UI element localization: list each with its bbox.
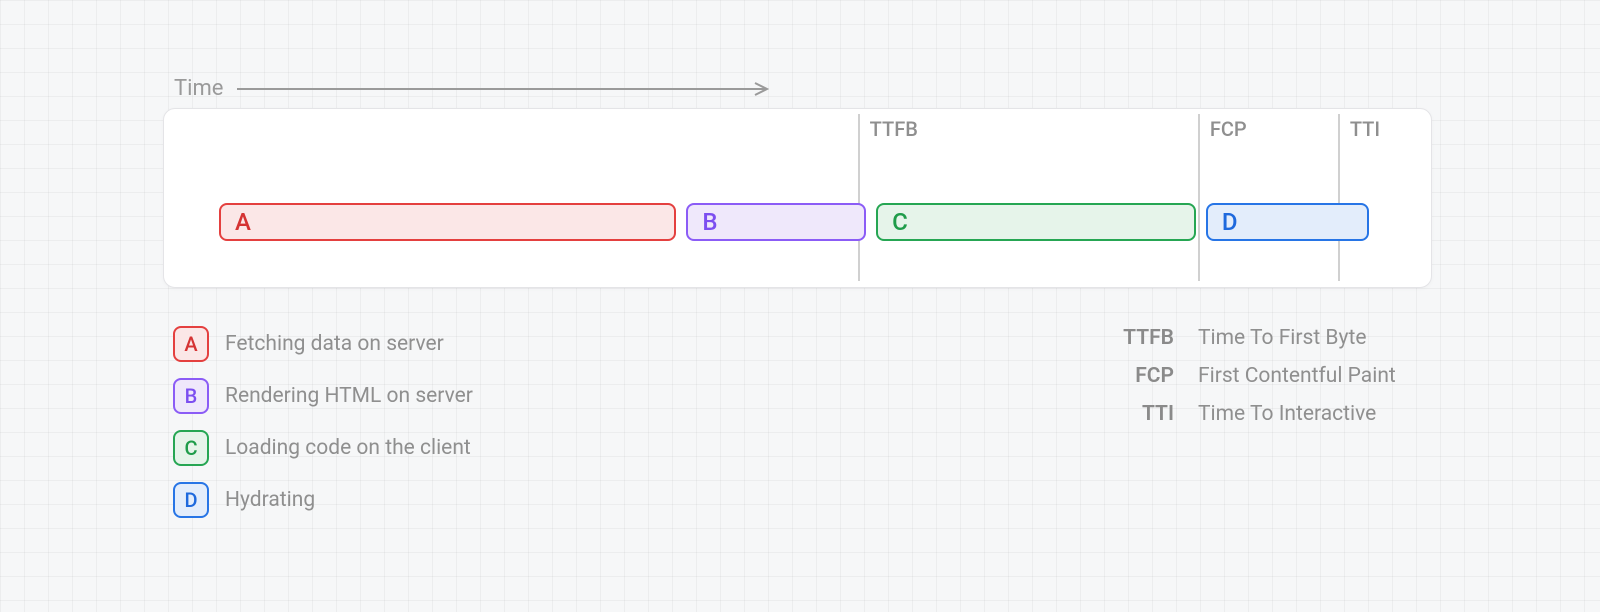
legend-label: Rendering HTML on server — [225, 384, 473, 408]
legend-swatch-b: B — [173, 378, 209, 414]
marker-label-fcp: FCP — [1210, 117, 1247, 141]
phase-bar-a: A — [219, 203, 676, 241]
legend-label: Loading code on the client — [225, 436, 471, 460]
legend-row-b: B Rendering HTML on server — [173, 378, 473, 414]
marker-legend-row-ttfb: TTFB Time To First Byte — [1114, 326, 1396, 350]
marker-fcp — [1198, 114, 1200, 281]
phase-bar-c: C — [876, 203, 1195, 241]
marker-definition: Time To First Byte — [1198, 326, 1366, 350]
arrow-right-icon — [237, 82, 777, 96]
marker-abbr: TTI — [1114, 402, 1174, 426]
time-axis-label: Time — [174, 76, 223, 101]
marker-abbr: TTFB — [1114, 326, 1174, 350]
phase-legend: A Fetching data on server B Rendering HTML … — [173, 326, 473, 534]
marker-label-tti: TTI — [1350, 117, 1380, 141]
marker-abbr: FCP — [1114, 364, 1174, 388]
phase-bar-label: B — [702, 208, 717, 236]
marker-definition: Time To Interactive — [1198, 402, 1376, 426]
phase-bar-b: B — [686, 203, 865, 241]
phase-bar-d: D — [1206, 203, 1369, 241]
marker-label-ttfb: TTFB — [870, 117, 918, 141]
timeline-panel: TTFB FCP TTI A B C D — [163, 108, 1432, 288]
phase-bar-label: C — [892, 208, 908, 236]
legend-label: Hydrating — [225, 488, 315, 512]
time-axis: Time — [174, 76, 777, 101]
legend-label: Fetching data on server — [225, 332, 444, 356]
legend-row-c: C Loading code on the client — [173, 430, 473, 466]
marker-legend-row-fcp: FCP First Contentful Paint — [1114, 364, 1396, 388]
marker-legend: TTFB Time To First Byte FCP First Contentfu… — [1114, 326, 1396, 440]
legend-row-d: D Hydrating — [173, 482, 473, 518]
marker-tti — [1338, 114, 1340, 281]
marker-ttfb — [858, 114, 860, 281]
legend-swatch-c: C — [173, 430, 209, 466]
legend-row-a: A Fetching data on server — [173, 326, 473, 362]
phase-bar-label: D — [1222, 208, 1238, 236]
legend-swatch-d: D — [173, 482, 209, 518]
marker-definition: First Contentful Paint — [1198, 364, 1396, 388]
phase-bar-label: A — [235, 208, 251, 236]
legend-swatch-a: A — [173, 326, 209, 362]
marker-legend-row-tti: TTI Time To Interactive — [1114, 402, 1396, 426]
